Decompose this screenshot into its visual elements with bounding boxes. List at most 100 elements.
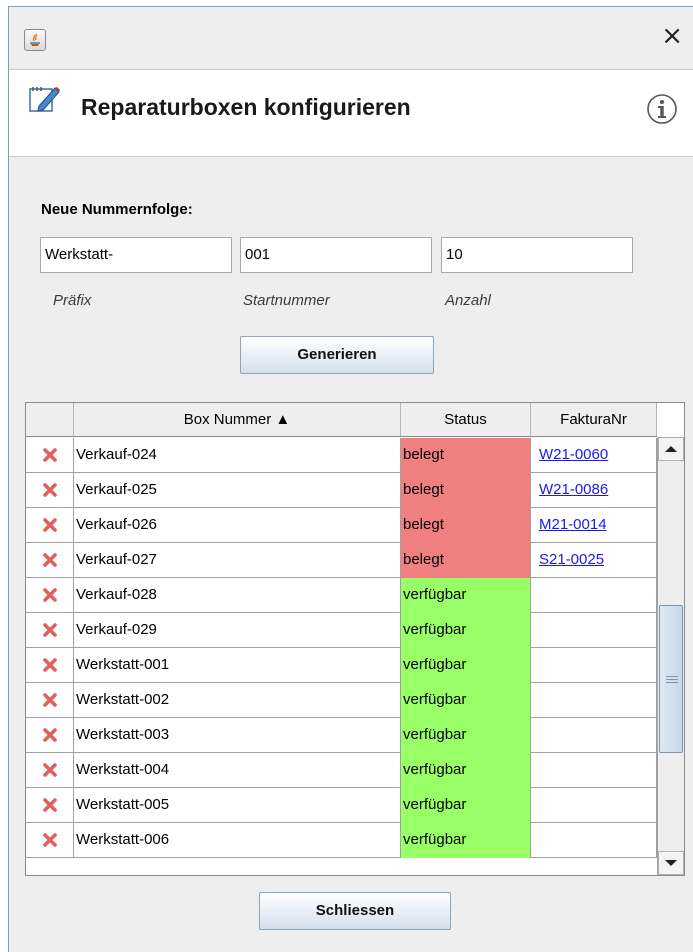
delete-x-icon xyxy=(42,763,57,777)
faktura-cell xyxy=(531,823,657,858)
thumb-grip-icon xyxy=(666,676,678,685)
faktura-cell xyxy=(531,648,657,683)
status-cell[interactable]: verfügbar xyxy=(401,648,531,683)
faktura-link[interactable]: S21-0025 xyxy=(539,551,604,568)
faktura-cell[interactable]: S21-0025 xyxy=(531,543,657,578)
table-body: Verkauf-024 belegt W21-0060 Verkauf-025 bele… xyxy=(26,437,657,875)
status-cell[interactable]: verfügbar xyxy=(401,753,531,788)
boxes-table: Box Nummer ▲ Status FakturaNr Verkauf-02… xyxy=(25,402,685,876)
dialog-window: × Reparaturboxen konfigurieren Neue Numm… xyxy=(8,6,693,952)
scroll-up-button[interactable] xyxy=(658,437,684,461)
start-number-input[interactable]: 001 xyxy=(240,237,432,273)
vertical-scrollbar[interactable] xyxy=(657,437,684,875)
delete-row-button[interactable] xyxy=(26,473,74,508)
edit-config-icon xyxy=(27,82,61,121)
box-number-cell[interactable]: Werkstatt-001 xyxy=(74,648,401,683)
box-number-cell[interactable]: Werkstatt-002 xyxy=(74,683,401,718)
faktura-cell xyxy=(531,788,657,823)
delete-row-button[interactable] xyxy=(26,718,74,753)
delete-row-button[interactable] xyxy=(26,578,74,613)
delete-x-icon xyxy=(42,728,57,742)
status-cell[interactable]: verfügbar xyxy=(401,788,531,823)
delete-x-icon xyxy=(42,798,57,812)
section-label-number-sequence: Neue Nummernfolge: xyxy=(41,201,193,218)
delete-row-button[interactable] xyxy=(26,438,74,473)
count-input[interactable]: 10 xyxy=(441,237,633,273)
close-window-icon[interactable]: × xyxy=(661,23,683,49)
faktura-link[interactable]: M21-0014 xyxy=(539,516,607,533)
table-row[interactable]: Verkauf-027 belegt S21-0025 xyxy=(26,543,657,578)
status-cell[interactable]: belegt xyxy=(401,438,531,473)
table-row[interactable]: Werkstatt-001 verfügbar xyxy=(26,648,657,683)
dialog-title: Reparaturboxen konfigurieren xyxy=(81,94,411,120)
close-button[interactable]: Schliessen xyxy=(259,892,451,930)
faktura-cell[interactable]: M21-0014 xyxy=(531,508,657,543)
delete-row-button[interactable] xyxy=(26,543,74,578)
delete-x-icon xyxy=(42,623,57,637)
generate-button[interactable]: Generieren xyxy=(240,336,434,374)
table-row[interactable]: Werkstatt-003 verfügbar xyxy=(26,718,657,753)
box-number-cell[interactable]: Verkauf-028 xyxy=(74,578,401,613)
box-number-cell[interactable]: Werkstatt-004 xyxy=(74,753,401,788)
delete-x-icon xyxy=(42,518,57,532)
table-row[interactable]: Verkauf-029 verfügbar xyxy=(26,613,657,648)
scroll-down-button[interactable] xyxy=(658,851,684,875)
table-row[interactable]: Verkauf-026 belegt M21-0014 xyxy=(26,508,657,543)
box-number-cell[interactable]: Verkauf-024 xyxy=(74,438,401,473)
column-header-status[interactable]: Status xyxy=(401,403,531,436)
box-number-cell[interactable]: Verkauf-025 xyxy=(74,473,401,508)
column-header-faktura[interactable]: FakturaNr xyxy=(531,403,657,436)
box-number-cell[interactable]: Verkauf-027 xyxy=(74,543,401,578)
status-cell[interactable]: belegt xyxy=(401,473,531,508)
delete-row-button[interactable] xyxy=(26,613,74,648)
prefix-label: Präfix xyxy=(53,292,92,309)
faktura-cell[interactable]: W21-0060 xyxy=(531,438,657,473)
status-cell[interactable]: belegt xyxy=(401,508,531,543)
delete-row-button[interactable] xyxy=(26,683,74,718)
prefix-input[interactable]: Werkstatt- xyxy=(40,237,232,273)
status-cell[interactable]: belegt xyxy=(401,543,531,578)
delete-row-button[interactable] xyxy=(26,753,74,788)
box-number-cell[interactable]: Werkstatt-003 xyxy=(74,718,401,753)
count-label: Anzahl xyxy=(445,292,491,309)
box-number-cell[interactable]: Verkauf-026 xyxy=(74,508,401,543)
table-row[interactable]: Werkstatt-005 verfügbar xyxy=(26,788,657,823)
start-number-label: Startnummer xyxy=(243,292,330,309)
delete-x-icon xyxy=(42,483,57,497)
table-row[interactable]: Werkstatt-006 verfügbar xyxy=(26,823,657,858)
delete-x-icon xyxy=(42,693,57,707)
delete-row-button[interactable] xyxy=(26,508,74,543)
delete-row-button[interactable] xyxy=(26,788,74,823)
delete-x-icon xyxy=(42,658,57,672)
faktura-cell xyxy=(531,753,657,788)
table-row[interactable]: Verkauf-024 belegt W21-0060 xyxy=(26,438,657,473)
table-row[interactable]: Verkauf-028 verfügbar xyxy=(26,578,657,613)
status-cell[interactable]: verfügbar xyxy=(401,718,531,753)
delete-x-icon xyxy=(42,588,57,602)
faktura-link[interactable]: W21-0060 xyxy=(539,446,608,463)
faktura-cell[interactable]: W21-0086 xyxy=(531,473,657,508)
status-cell[interactable]: verfügbar xyxy=(401,578,531,613)
status-cell[interactable]: verfügbar xyxy=(401,613,531,648)
box-number-cell[interactable]: Werkstatt-005 xyxy=(74,788,401,823)
status-cell[interactable]: verfügbar xyxy=(401,823,531,858)
faktura-link[interactable]: W21-0086 xyxy=(539,481,608,498)
info-icon[interactable] xyxy=(645,92,679,131)
faktura-cell xyxy=(531,683,657,718)
table-row[interactable]: Werkstatt-004 verfügbar xyxy=(26,753,657,788)
delete-row-button[interactable] xyxy=(26,648,74,683)
column-header-box-number[interactable]: Box Nummer ▲ xyxy=(74,403,401,436)
title-bar: × xyxy=(9,7,693,69)
scroll-thumb[interactable] xyxy=(659,605,683,753)
faktura-cell xyxy=(531,613,657,648)
delete-x-icon xyxy=(42,448,57,462)
faktura-cell xyxy=(531,718,657,753)
delete-row-button[interactable] xyxy=(26,823,74,858)
box-number-cell[interactable]: Verkauf-029 xyxy=(74,613,401,648)
status-cell[interactable]: verfügbar xyxy=(401,683,531,718)
column-header-delete[interactable] xyxy=(26,403,74,436)
delete-x-icon xyxy=(42,833,57,847)
table-row[interactable]: Verkauf-025 belegt W21-0086 xyxy=(26,473,657,508)
box-number-cell[interactable]: Werkstatt-006 xyxy=(74,823,401,858)
table-row[interactable]: Werkstatt-002 verfügbar xyxy=(26,683,657,718)
